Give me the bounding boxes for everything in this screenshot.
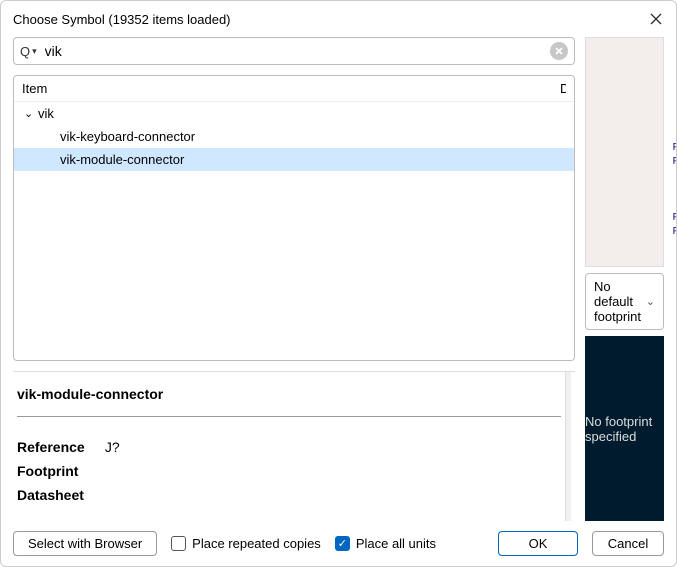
pin-type: Input: [648, 72, 676, 83]
pin-row: Input10SDA: [648, 196, 676, 210]
search-row: Q ▾: [13, 37, 575, 65]
details-reference: Reference J?: [17, 435, 561, 459]
ok-button[interactable]: OK: [498, 531, 578, 556]
pin-row: Input3SPI_CS: [648, 98, 676, 112]
pin-type: Input: [648, 198, 676, 209]
filter-icon[interactable]: Q: [20, 44, 30, 59]
pin-type: Input: [648, 170, 676, 181]
cancel-button[interactable]: Cancel: [592, 531, 664, 556]
details-symbol-name: vik-module-connector: [17, 380, 561, 417]
symbol-tree: Item D ⌄ vik vik-keyboard-connectorvik-m…: [13, 75, 575, 361]
place-repeated-checkbox[interactable]: Place repeated copies: [171, 536, 321, 551]
pin-type: Power Input: [648, 156, 676, 167]
clear-search-button[interactable]: [550, 42, 568, 60]
pin-type: Input: [648, 128, 676, 139]
pin-row: Power Input6GND: [648, 140, 676, 154]
pin-type: Input: [648, 86, 676, 97]
pin-row: Input8RGB_LED_IN: [648, 168, 676, 182]
close-button[interactable]: [648, 11, 664, 27]
chevron-down-icon: ⌄: [646, 295, 655, 308]
pin-type: Power Input: [648, 226, 676, 237]
pin-type: Power Input: [648, 142, 676, 153]
select-with-browser-button[interactable]: Select with Browser: [13, 531, 157, 556]
tree-header: Item D: [14, 76, 574, 102]
checkbox-icon: [171, 536, 186, 551]
pin-type: Input: [648, 184, 676, 195]
tree-header-truncated[interactable]: D: [560, 81, 566, 96]
details-footprint: Footprint: [17, 459, 561, 483]
pin-row: Input2MISO: [648, 84, 676, 98]
tree-header-item[interactable]: Item: [22, 81, 560, 96]
footprint-select-label: No default footprint: [594, 279, 646, 324]
checkbox-checked-icon: ✓: [335, 536, 350, 551]
pin-row: Power Input123V3: [648, 224, 676, 238]
pin-row: Input9SCL: [648, 182, 676, 196]
footprint-preview: No footprint specified: [585, 336, 664, 521]
choose-symbol-dialog: Choose Symbol (19352 items loaded) Q ▾ I…: [0, 0, 677, 567]
details-panel: vik-module-connector Reference J? Footpr…: [13, 371, 575, 521]
filter-dropdown-icon[interactable]: ▾: [32, 46, 37, 57]
tree-horizontal-scrollbar[interactable]: [14, 346, 574, 360]
pin-row: Input1SCLK: [648, 70, 676, 84]
details-scrollbar[interactable]: [565, 372, 571, 521]
symbol-preview: J Input1SCLKInput2MISOInput3SPI_CSInput4…: [585, 37, 664, 267]
tree-symbol-row[interactable]: vik-module-connector: [14, 148, 574, 171]
titlebar: Choose Symbol (19352 items loaded): [1, 1, 676, 37]
pin-type: Input: [648, 114, 676, 125]
window-title: Choose Symbol (19352 items loaded): [13, 12, 648, 27]
footprint-preview-message: No footprint specified: [585, 414, 664, 444]
pin-row: Power Input75V: [648, 154, 676, 168]
details-datasheet: Datasheet: [17, 483, 561, 507]
bottom-bar: Select with Browser Place repeated copie…: [1, 521, 676, 566]
place-all-units-checkbox[interactable]: ✓ Place all units: [335, 536, 436, 551]
pin-row: Input5MOSI: [648, 126, 676, 140]
collapse-icon[interactable]: ⌄: [24, 107, 38, 120]
tree-body[interactable]: ⌄ vik vik-keyboard-connectorvik-module-c…: [14, 102, 574, 346]
pin-type: Power Input: [648, 212, 676, 223]
search-input[interactable]: [43, 41, 550, 61]
tree-lib-label: vik: [38, 106, 54, 121]
pin-row: Power Input11GND: [648, 210, 676, 224]
pin-type: Input: [648, 100, 676, 111]
pin-row: Input4GPIO_AD: [648, 112, 676, 126]
footprint-select[interactable]: No default footprint ⌄: [585, 273, 664, 330]
tree-lib-row[interactable]: ⌄ vik: [14, 102, 574, 125]
tree-symbol-row[interactable]: vik-keyboard-connector: [14, 125, 574, 148]
